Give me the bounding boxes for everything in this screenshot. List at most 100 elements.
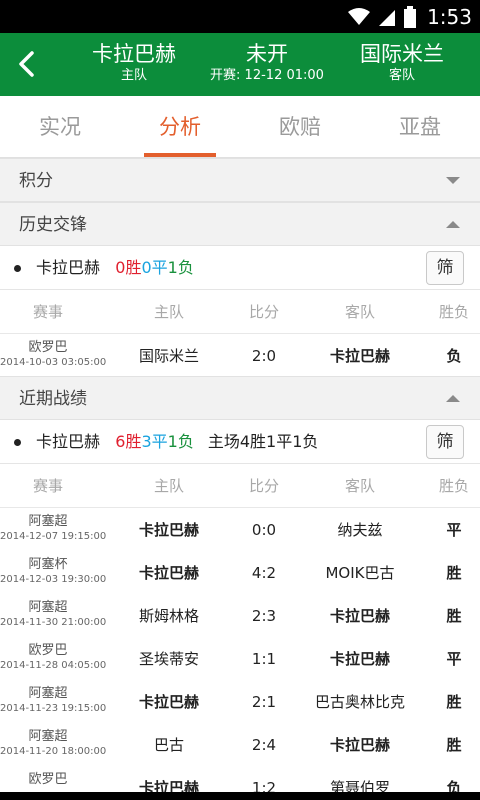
away-team-cell: 卡拉巴赫	[329, 736, 390, 754]
competition-cell: 阿塞超 2014-11-23 19:15:00	[0, 680, 107, 723]
back-arrow-icon[interactable]	[10, 47, 44, 81]
table-row[interactable]: 阿塞杯 2014-12-03 19:30:00 卡拉巴赫 4:2 MOIK巴古 …	[0, 551, 480, 595]
away-team-cell: 卡拉巴赫	[329, 347, 390, 365]
section-h2h-title: 历史交锋	[19, 215, 87, 235]
recent-wins: 6胜	[115, 432, 142, 451]
score-cell: 0:0	[251, 521, 277, 539]
recent-table-header: 赛事 主队 比分 客队 胜负	[0, 464, 480, 508]
header-result: 胜负	[438, 303, 469, 321]
header-competition: 赛事	[32, 477, 63, 495]
status-bar: 1:53	[0, 0, 480, 33]
header-away: 客队	[344, 477, 375, 495]
away-team-cell: 卡拉巴赫	[329, 607, 390, 625]
result-cell: 胜	[446, 736, 462, 754]
header-score: 比分	[248, 303, 279, 321]
h2h-summary-text: 卡拉巴赫 0胜0平1负	[36, 246, 194, 290]
home-team: 卡拉巴赫 主队	[84, 41, 184, 85]
away-team-cell: 卡拉巴赫	[329, 650, 390, 668]
score-cell: 2:4	[251, 736, 277, 754]
competition-cell: 阿塞超 2014-11-30 21:00:00	[0, 594, 107, 637]
collapse-icon	[446, 395, 460, 402]
table-row[interactable]: 阿塞超 2014-12-07 19:15:00 卡拉巴赫 0:0 纳夫兹 平	[0, 508, 480, 552]
header-home: 主队	[153, 477, 184, 495]
result-cell: 平	[446, 521, 462, 539]
h2h-draws: 0平	[141, 258, 168, 277]
match-date: 2014-11-20 18:00:00	[0, 746, 107, 757]
table-row[interactable]: 阿塞超 2014-11-23 19:15:00 卡拉巴赫 2:1 巴古奥林比克 …	[0, 680, 480, 724]
h2h-summary: 卡拉巴赫 0胜0平1负 筛	[0, 246, 480, 290]
home-record: 主场4胜1平1负	[207, 432, 319, 451]
result-cell: 胜	[446, 607, 462, 625]
away-team: 国际米兰 客队	[346, 41, 458, 85]
header-away: 客队	[344, 303, 375, 321]
signal-icon	[379, 9, 396, 26]
competition-name: 欧罗巴	[28, 643, 68, 658]
header-score: 比分	[248, 477, 279, 495]
recent-draws: 3平	[141, 432, 168, 451]
header-competition: 赛事	[32, 303, 63, 321]
match-date: 2014-12-03 19:30:00	[0, 574, 107, 585]
competition-name: 阿塞杯	[28, 557, 68, 572]
tab-asian-handicap[interactable]: 亚盘	[360, 96, 480, 158]
h2h-filter-button[interactable]: 筛	[426, 251, 464, 285]
match-date: 2014-11-23 19:15:00	[0, 703, 107, 714]
table-row[interactable]: 阿塞超 2014-11-30 21:00:00 斯姆林格 2:3 卡拉巴赫 胜	[0, 594, 480, 638]
competition-name: 阿塞超	[28, 514, 68, 529]
competition-cell: 欧罗巴 2014-11-28 04:05:00	[0, 637, 107, 680]
recent-filter-button[interactable]: 筛	[426, 425, 464, 459]
status-icons: 1:53	[347, 0, 472, 33]
result-cell: 胜	[446, 564, 462, 582]
result-cell: 平	[446, 650, 462, 668]
away-team-role: 客队	[388, 68, 415, 83]
score-cell: 1:1	[251, 650, 277, 668]
match-status: 未开 开赛: 12-12 01:00	[200, 41, 334, 85]
section-recent-title: 近期战绩	[19, 389, 87, 409]
competition-cell: 欧罗巴 2014-10-03 03:05:00	[0, 334, 106, 377]
competition-name: 阿塞超	[28, 729, 68, 744]
table-row[interactable]: 阿塞超 2014-11-20 18:00:00 巴古 2:4 卡拉巴赫 胜	[0, 723, 480, 767]
bullet-icon	[14, 439, 21, 446]
home-team-name: 卡拉巴赫	[92, 42, 176, 66]
match-status-text: 未开	[246, 42, 288, 66]
tab-live[interactable]: 实况	[0, 96, 120, 158]
away-team-cell: MOIK巴古	[325, 564, 395, 582]
wifi-icon	[348, 7, 371, 25]
competition-name: 欧罗巴	[28, 340, 68, 355]
competition-name: 阿塞超	[28, 600, 68, 615]
match-date: 2014-11-30 21:00:00	[0, 617, 107, 628]
home-team-cell: 圣埃蒂安	[138, 650, 199, 668]
bullet-icon	[14, 265, 21, 272]
away-team-name: 国际米兰	[360, 42, 444, 66]
score-cell: 2:3	[251, 607, 277, 625]
tab-bar: 实况 分析 欧赔 亚盘	[0, 96, 480, 158]
competition-cell: 阿塞超 2014-11-20 18:00:00	[0, 723, 107, 766]
competition-name: 欧罗巴	[28, 772, 68, 787]
competition-name: 阿塞超	[28, 686, 68, 701]
home-team-cell: 国际米兰	[138, 347, 199, 365]
table-row[interactable]: 欧罗巴 2014-10-03 03:05:00 国际米兰 2:0 卡拉巴赫 负	[0, 334, 480, 378]
section-standings[interactable]: 积分	[0, 158, 480, 202]
home-team-cell: 卡拉巴赫	[138, 521, 199, 539]
home-team-cell: 斯姆林格	[138, 607, 199, 625]
competition-cell: 阿塞超 2014-12-07 19:15:00	[0, 508, 107, 551]
bottom-edge	[0, 792, 480, 800]
result-cell: 胜	[446, 693, 462, 711]
recent-team: 卡拉巴赫	[36, 432, 101, 451]
collapse-icon	[446, 221, 460, 228]
section-recent[interactable]: 近期战绩	[0, 376, 480, 420]
result-cell: 负	[446, 347, 462, 365]
battery-icon	[404, 5, 417, 28]
match-date: 2014-11-28 04:05:00	[0, 660, 107, 671]
kickoff-time: 开赛: 12-12 01:00	[210, 68, 324, 83]
section-h2h[interactable]: 历史交锋	[0, 202, 480, 246]
away-team-cell: 巴古奥林比克	[314, 693, 405, 711]
h2h-team: 卡拉巴赫	[36, 258, 101, 277]
table-row[interactable]: 欧罗巴 2014-11-28 04:05:00 圣埃蒂安 1:1 卡拉巴赫 平	[0, 637, 480, 681]
tab-analysis[interactable]: 分析	[120, 96, 240, 158]
match-date: 2014-12-07 19:15:00	[0, 531, 107, 542]
match-header: 卡拉巴赫 主队 未开 开赛: 12-12 01:00 国际米兰 客队	[0, 33, 480, 96]
tab-european-odds[interactable]: 欧赔	[240, 96, 360, 158]
h2h-wins: 0胜	[115, 258, 142, 277]
score-cell: 2:1	[251, 693, 277, 711]
competition-cell: 阿塞杯 2014-12-03 19:30:00	[0, 551, 107, 594]
